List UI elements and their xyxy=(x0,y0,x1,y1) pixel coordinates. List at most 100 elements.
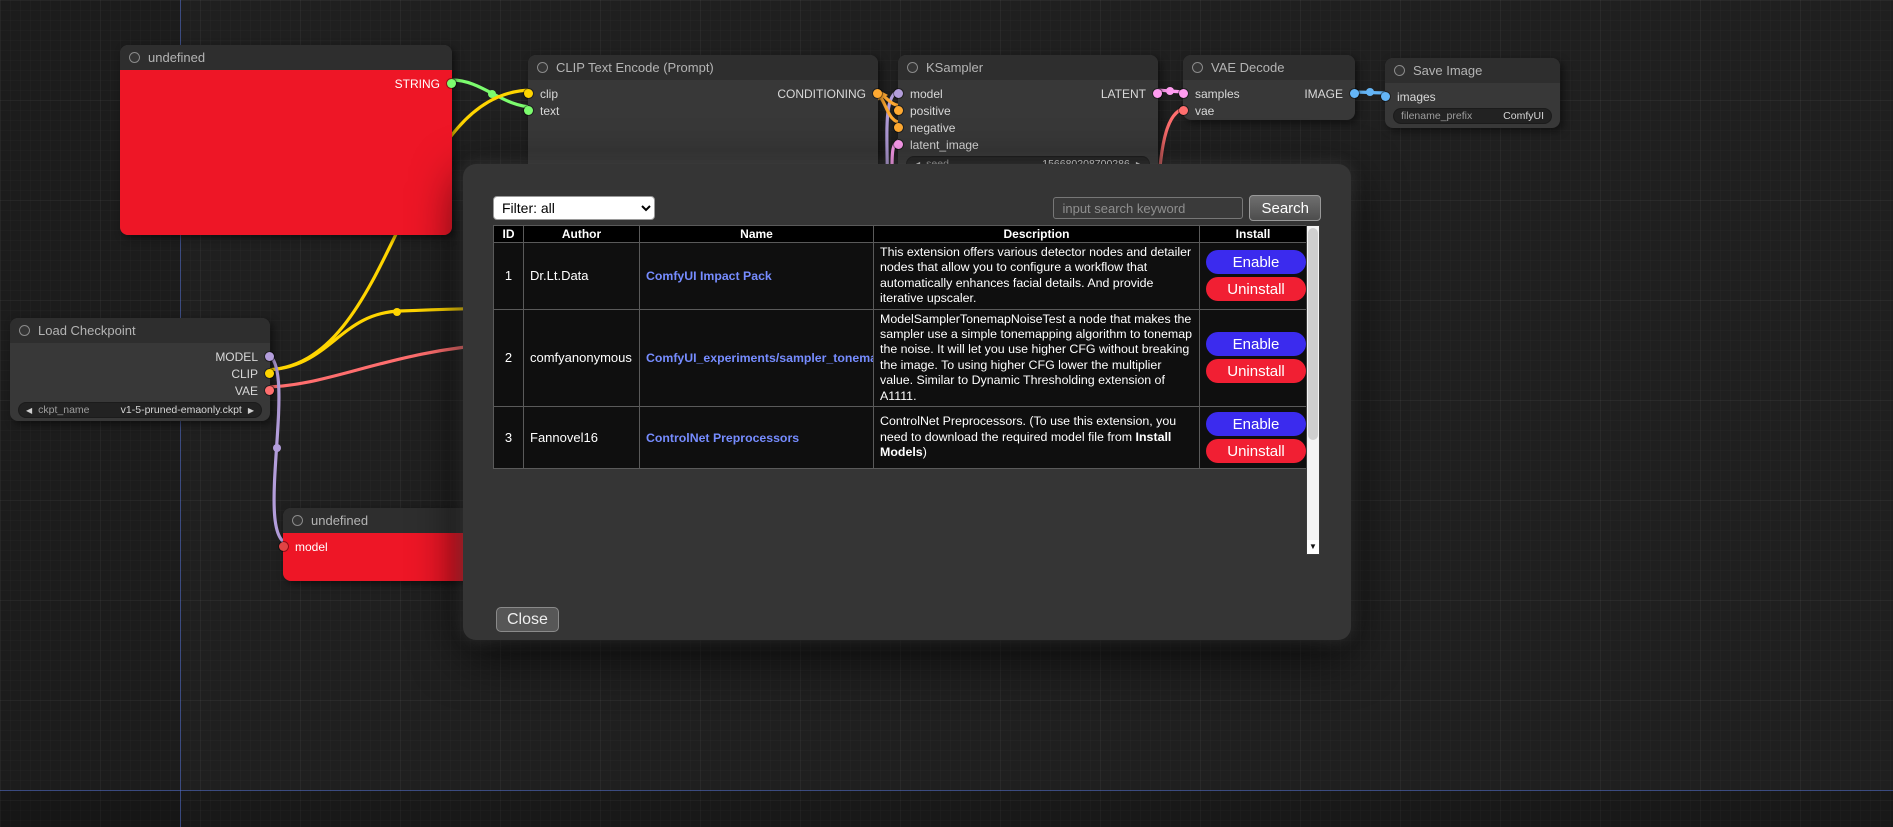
node-collapse-dot[interactable] xyxy=(1394,65,1405,76)
port-label-string: STRING xyxy=(395,77,440,91)
node-collapse-dot[interactable] xyxy=(1192,62,1203,73)
header-name: Name xyxy=(640,226,874,243)
cell-id: 2 xyxy=(494,309,524,406)
node-vae-decode[interactable]: VAE Decode samples IMAGE vae xyxy=(1183,55,1355,120)
node-title-bar[interactable]: KSampler xyxy=(898,55,1158,80)
header-install: Install xyxy=(1200,226,1307,243)
node-title-bar[interactable]: CLIP Text Encode (Prompt) xyxy=(528,55,878,80)
description-text: This extension offers various detector n… xyxy=(880,245,1191,305)
ckpt-name-widget[interactable]: ◀ ckpt_name v1-5-pruned-emaonly.ckpt ▶ xyxy=(18,402,262,418)
port-label-vae-out: VAE xyxy=(235,384,258,398)
node-collapse-dot[interactable] xyxy=(292,515,303,526)
search-button[interactable]: Search xyxy=(1249,195,1321,221)
port-vae-input[interactable] xyxy=(1179,106,1188,115)
extension-table-area: ID Author Name Description Install 1 Dr.… xyxy=(493,225,1321,555)
port-label-latent: LATENT xyxy=(1101,87,1146,101)
node-collapse-dot[interactable] xyxy=(19,325,30,336)
uninstall-button[interactable]: Uninstall xyxy=(1206,277,1306,301)
dialog-topbar: Filter: all Search xyxy=(493,195,1321,221)
extension-manager-dialog: Filter: all Search ID Author Name Descri… xyxy=(463,164,1351,640)
description-text: ) xyxy=(923,445,927,459)
search-input[interactable] xyxy=(1053,197,1243,219)
extension-table: ID Author Name Description Install 1 Dr.… xyxy=(493,225,1307,469)
node-load-checkpoint[interactable]: Load Checkpoint MODEL CLIP VAE ◀ ckpt_na… xyxy=(10,318,270,421)
node-title: VAE Decode xyxy=(1211,60,1284,75)
cell-name: ComfyUI Impact Pack xyxy=(640,243,874,310)
enable-button[interactable]: Enable xyxy=(1206,250,1306,274)
node-title: undefined xyxy=(311,513,368,528)
node-undefined-bottom[interactable]: undefined model xyxy=(283,508,470,581)
node-title-bar[interactable]: undefined xyxy=(120,45,452,70)
close-button[interactable]: Close xyxy=(496,607,559,632)
port-label-samples: samples xyxy=(1195,87,1240,101)
port-conditioning-output[interactable] xyxy=(873,89,882,98)
port-text-input[interactable] xyxy=(524,106,533,115)
port-label-image: IMAGE xyxy=(1304,87,1343,101)
scrollbar-down-arrow-icon[interactable]: ▼ xyxy=(1307,540,1319,554)
node-collapse-dot[interactable] xyxy=(537,62,548,73)
table-scrollbar[interactable]: ▼ xyxy=(1306,225,1320,555)
port-model-input[interactable] xyxy=(279,542,288,551)
cell-install: Enable Uninstall xyxy=(1200,309,1307,406)
port-latent-output[interactable] xyxy=(1153,89,1162,98)
node-body: images filename_prefix ComfyUI xyxy=(1385,83,1560,128)
node-title: undefined xyxy=(148,50,205,65)
node-title-bar[interactable]: VAE Decode xyxy=(1183,55,1355,80)
port-label-text: text xyxy=(540,104,559,118)
port-label-images: images xyxy=(1397,90,1436,104)
port-label-clip-out: CLIP xyxy=(231,367,258,381)
scrollbar-thumb[interactable] xyxy=(1308,228,1318,440)
port-positive-input[interactable] xyxy=(894,106,903,115)
port-label-model-out: MODEL xyxy=(215,350,258,364)
canvas-bound-line-horizontal xyxy=(0,790,1893,791)
uninstall-button[interactable]: Uninstall xyxy=(1206,439,1306,463)
node-title-bar[interactable]: Save Image xyxy=(1385,58,1560,83)
uninstall-button[interactable]: Uninstall xyxy=(1206,359,1306,383)
node-title: KSampler xyxy=(926,60,983,75)
node-undefined-top[interactable]: undefined STRING xyxy=(120,45,452,235)
ckpt-widget-label: ckpt_name xyxy=(38,404,89,416)
widget-decrement-arrow-icon[interactable]: ◀ xyxy=(26,406,32,415)
port-image-output[interactable] xyxy=(1350,89,1359,98)
extension-link[interactable]: ComfyUI_experiments/sampler_tonemap xyxy=(646,351,874,365)
port-clip-output[interactable] xyxy=(265,369,274,378)
widget-increment-arrow-icon[interactable]: ▶ xyxy=(248,406,254,415)
node-collapse-dot[interactable] xyxy=(907,62,918,73)
node-title-bar[interactable]: undefined xyxy=(283,508,470,533)
port-latent-image-input[interactable] xyxy=(894,140,903,149)
port-vae-output[interactable] xyxy=(265,386,274,395)
port-negative-input[interactable] xyxy=(894,123,903,132)
cell-install: Enable Uninstall xyxy=(1200,407,1307,469)
header-author: Author xyxy=(524,226,640,243)
node-title: CLIP Text Encode (Prompt) xyxy=(556,60,714,75)
node-body-error: STRING xyxy=(120,70,452,235)
table-header-row: ID Author Name Description Install xyxy=(494,226,1307,243)
cell-description: This extension offers various detector n… xyxy=(874,243,1200,310)
port-images-input[interactable] xyxy=(1381,92,1390,101)
node-title-bar[interactable]: Load Checkpoint xyxy=(10,318,270,343)
enable-button[interactable]: Enable xyxy=(1206,412,1306,436)
ckpt-widget-value: v1-5-pruned-emaonly.ckpt xyxy=(121,404,242,416)
port-label-latent-image: latent_image xyxy=(910,138,979,152)
node-collapse-dot[interactable] xyxy=(129,52,140,63)
enable-button[interactable]: Enable xyxy=(1206,332,1306,356)
node-body: MODEL CLIP VAE ◀ ckpt_name v1-5-pruned-e… xyxy=(10,343,270,421)
filename-prefix-label: filename_prefix xyxy=(1401,110,1472,122)
port-label-conditioning: CONDITIONING xyxy=(777,87,866,101)
port-label-positive: positive xyxy=(910,104,951,118)
cell-description: ControlNet Preprocessors. (To use this e… xyxy=(874,407,1200,469)
extension-link[interactable]: ControlNet Preprocessors xyxy=(646,431,799,445)
extension-row: 1 Dr.Lt.Data ComfyUI Impact Pack This ex… xyxy=(494,243,1307,310)
filter-select[interactable]: Filter: all xyxy=(493,196,655,220)
port-clip-input[interactable] xyxy=(524,89,533,98)
header-id: ID xyxy=(494,226,524,243)
cell-install: Enable Uninstall xyxy=(1200,243,1307,310)
cell-author: Dr.Lt.Data xyxy=(524,243,640,310)
filename-prefix-widget[interactable]: filename_prefix ComfyUI xyxy=(1393,108,1552,124)
port-samples-input[interactable] xyxy=(1179,89,1188,98)
port-model-input[interactable] xyxy=(894,89,903,98)
extension-link[interactable]: ComfyUI Impact Pack xyxy=(646,269,772,283)
port-string-output[interactable] xyxy=(447,79,456,88)
port-model-output[interactable] xyxy=(265,352,274,361)
node-save-image[interactable]: Save Image images filename_prefix ComfyU… xyxy=(1385,58,1560,128)
